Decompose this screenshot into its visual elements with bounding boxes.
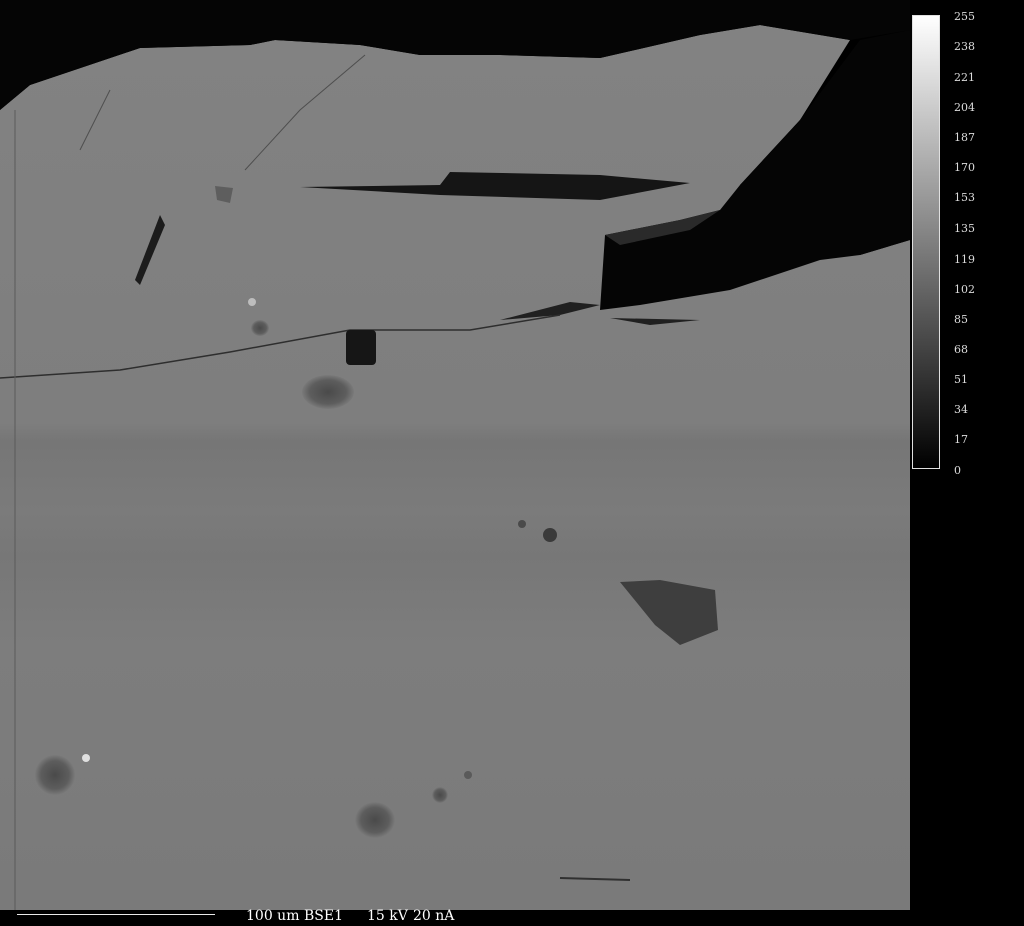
pit-5 — [518, 520, 526, 528]
bse-micrograph — [0, 0, 910, 910]
pit-7 — [355, 802, 395, 838]
inclusion-dark — [346, 330, 376, 365]
scale-bar — [17, 914, 215, 915]
tick-label: 17 — [954, 433, 968, 446]
tick-label: 68 — [954, 343, 968, 356]
pit-9 — [464, 771, 472, 779]
tick-label: 170 — [954, 161, 975, 174]
pit-1 — [302, 375, 354, 409]
grayscale-colorbar — [912, 15, 940, 469]
sem-viewer: 255 238 221 204 187 170 153 135 119 102 … — [0, 0, 1024, 926]
pit-4 — [543, 528, 557, 542]
tick-label: 85 — [954, 313, 968, 326]
bright-grain-2 — [82, 754, 90, 762]
tick-label: 204 — [954, 101, 975, 114]
voltage-label: 15 kV — [367, 908, 408, 924]
colorbar-ticks: 255 238 221 204 187 170 153 135 119 102 … — [946, 0, 1024, 480]
pit-6 — [35, 755, 75, 795]
tick-label: 0 — [954, 464, 961, 477]
tick-label: 187 — [954, 131, 975, 144]
tick-label: 102 — [954, 283, 975, 296]
tick-label: 119 — [954, 253, 975, 266]
current-label: 20 nA — [413, 908, 455, 924]
pit-8 — [432, 787, 448, 803]
pit-2 — [251, 320, 269, 336]
micrograph-svg — [0, 0, 910, 910]
tick-label: 255 — [954, 10, 975, 23]
tick-label: 51 — [954, 373, 968, 386]
acquisition-footer: 100 um BSE1 15 kV 20 nA — [0, 908, 1024, 926]
tick-label: 238 — [954, 40, 975, 53]
bright-grain — [248, 298, 256, 306]
detector-label: BSE1 — [304, 908, 344, 924]
tick-label: 153 — [954, 191, 975, 204]
tick-label: 34 — [954, 403, 968, 416]
tick-label: 221 — [954, 71, 975, 84]
scale-label: 100 um — [246, 908, 300, 924]
tick-label: 135 — [954, 222, 975, 235]
